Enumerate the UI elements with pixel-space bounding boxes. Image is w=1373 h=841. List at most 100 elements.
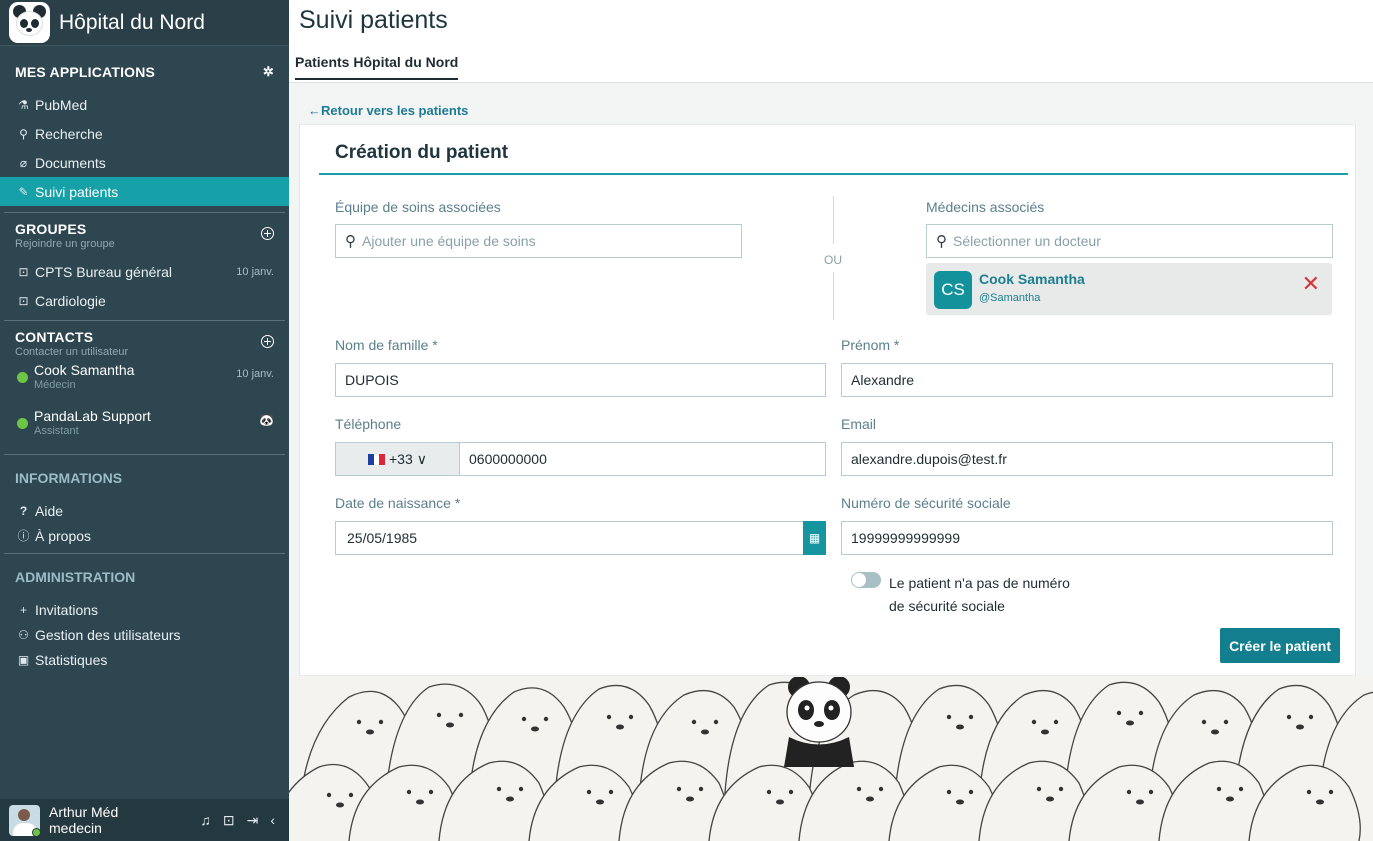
bears-pattern-image bbox=[289, 677, 1373, 841]
contacts-title: CONTACTS bbox=[15, 329, 94, 345]
no-ssn-label: Le patient n'a pas de numéro de sécurité… bbox=[889, 575, 1070, 614]
sidebar-header: Hôpital du Nord bbox=[0, 0, 289, 46]
info-title: INFORMATIONS bbox=[15, 470, 123, 486]
calendar-icon[interactable]: ▦ bbox=[803, 521, 826, 555]
contact-user-link[interactable]: Contacter un utilisateur bbox=[15, 346, 128, 358]
selected-doctor-chip: CS Cook Samantha @Samantha ✕ bbox=[926, 263, 1332, 315]
apps-section-header: MES APPLICATIONS ✲ bbox=[0, 64, 289, 80]
lock-icon: ⊡ bbox=[18, 293, 29, 308]
create-patient-button[interactable]: Créer le patient bbox=[1220, 628, 1340, 663]
divider bbox=[4, 212, 285, 213]
users-icon: ⚇ bbox=[18, 627, 29, 642]
contact-name: Cook Samantha bbox=[34, 362, 135, 378]
first-name-field[interactable]: Alexandre bbox=[841, 363, 1333, 397]
phone-field[interactable]: +33 ∨ 0600000000 bbox=[335, 442, 826, 476]
groups-title: GROUPES bbox=[15, 221, 87, 237]
divider bbox=[4, 320, 285, 321]
search-icon: ⚲ bbox=[345, 233, 356, 250]
user-role: medecin bbox=[49, 820, 102, 836]
title-underline bbox=[319, 173, 1348, 175]
avatar[interactable] bbox=[9, 804, 40, 836]
care-team-label: Équipe de soins associées bbox=[335, 199, 501, 215]
no-ssn-toggle[interactable] bbox=[851, 572, 881, 588]
patient-creation-card: Création du patient Équipe de soins asso… bbox=[299, 124, 1356, 676]
email-label: Email bbox=[841, 416, 877, 432]
doctor-name: Cook Samantha bbox=[979, 271, 1085, 287]
or-divider-bottom bbox=[833, 272, 834, 320]
sidebar-item-label: Documents bbox=[35, 154, 106, 171]
panda-logo-icon[interactable] bbox=[9, 2, 50, 43]
sidebar-item-recherche[interactable]: ⚲ Recherche bbox=[0, 119, 289, 148]
sidebar-item-aide[interactable]: ? Aide bbox=[0, 498, 289, 523]
top-bar: Suivi patients Patients Hôpital du Nord bbox=[289, 0, 1373, 83]
page-title: Suivi patients bbox=[299, 6, 448, 34]
lock-icon[interactable]: ⊡ bbox=[223, 812, 235, 829]
bell-icon[interactable]: ♫ bbox=[200, 812, 211, 829]
group-item-cardiologie[interactable]: ⊡ Cardiologie bbox=[0, 286, 289, 315]
last-name-field[interactable]: DUPOIS bbox=[335, 363, 826, 397]
birth-date-label: Date de naissance * bbox=[335, 495, 461, 511]
sidebar-item-suivi-patients[interactable]: ✎ Suivi patients bbox=[0, 177, 289, 206]
doctor-handle: @Samantha bbox=[979, 292, 1041, 304]
sidebar-item-label: Suivi patients bbox=[35, 183, 119, 200]
phone-label: Téléphone bbox=[335, 416, 402, 432]
remove-doctor-close-icon[interactable]: ✕ bbox=[1302, 273, 1320, 295]
sidebar-item-gestion-utilisateurs[interactable]: ⚇ Gestion des utilisateurs bbox=[0, 622, 289, 647]
france-flag-icon bbox=[368, 453, 386, 465]
sidebar-item-pubmed[interactable]: ⚗ PubMed bbox=[0, 90, 289, 119]
divider bbox=[4, 553, 285, 554]
main-content: Suivi patients Patients Hôpital du Nord … bbox=[289, 0, 1373, 841]
join-group-link[interactable]: Rejoindre un groupe bbox=[15, 238, 115, 250]
chart-icon: ▣ bbox=[17, 652, 30, 667]
contacts-section-header: CONTACTS Contacter un utilisateur bbox=[0, 329, 289, 358]
sidebar-item-label: Invitations bbox=[35, 601, 99, 618]
sidebar-item-documents[interactable]: ⌀ Documents bbox=[0, 148, 289, 177]
doctors-label: Médecins associés bbox=[926, 199, 1045, 215]
logout-icon[interactable]: ⇥ bbox=[247, 812, 259, 829]
sidebar-item-label: Gestion des utilisateurs bbox=[35, 626, 181, 643]
group-date: 10 janv. bbox=[236, 265, 274, 278]
sidebar: Hôpital du Nord MES APPLICATIONS ✲ ⚗ PubM… bbox=[0, 0, 289, 841]
collapse-chevron-icon[interactable]: ‹ bbox=[270, 812, 275, 829]
group-label: CPTS Bureau général bbox=[35, 263, 172, 280]
groups-section-header: GROUPES Rejoindre un groupe bbox=[0, 221, 289, 250]
gear-icon[interactable]: ✲ bbox=[263, 64, 274, 80]
bears-illustration bbox=[289, 677, 1373, 841]
search-icon: ⚲ bbox=[19, 126, 28, 141]
add-contact-icon[interactable] bbox=[261, 335, 274, 348]
sidebar-item-a-propos[interactable]: ⓘ À propos bbox=[0, 523, 289, 548]
admin-title: ADMINISTRATION bbox=[15, 569, 136, 585]
sidebar-item-label: PubMed bbox=[35, 96, 88, 113]
info-icon: ⓘ bbox=[17, 529, 30, 543]
country-code-select[interactable]: +33 ∨ bbox=[336, 443, 460, 475]
question-icon: ? bbox=[19, 503, 28, 518]
birth-date-field[interactable]: 25/05/1985 ▦ bbox=[335, 521, 826, 555]
divider bbox=[4, 454, 285, 455]
plus-icon: + bbox=[19, 602, 27, 617]
doctor-select-input[interactable]: ⚲ Sélectionner un docteur bbox=[926, 224, 1333, 258]
ssn-field[interactable]: 19999999999999 bbox=[841, 521, 1333, 555]
sidebar-item-label: Statistiques bbox=[35, 651, 108, 668]
online-status-icon bbox=[17, 418, 28, 429]
contact-item-pandalab-support[interactable]: PandaLab Support Assistant 🐼 bbox=[0, 404, 289, 450]
contact-item-cook-samantha[interactable]: Cook Samantha Médecin 10 janv. bbox=[0, 358, 289, 404]
chevron-down-icon: ∨ bbox=[416, 450, 427, 467]
contact-date: 10 janv. bbox=[236, 368, 274, 380]
tab-patients-hopital[interactable]: Patients Hôpital du Nord bbox=[295, 54, 459, 80]
group-item-cpts[interactable]: ⊡ CPTS Bureau général 10 janv. bbox=[0, 257, 289, 286]
apps-title: MES APPLICATIONS bbox=[15, 64, 156, 80]
sidebar-item-label: À propos bbox=[35, 527, 92, 544]
email-field[interactable]: alexandre.dupois@test.fr bbox=[841, 442, 1333, 476]
or-text: OU bbox=[824, 253, 842, 267]
add-group-icon[interactable] bbox=[261, 227, 274, 240]
group-label: Cardiologie bbox=[35, 292, 106, 309]
user-name: Arthur Méd bbox=[49, 804, 119, 820]
back-to-patients-link[interactable]: ←Retour vers les patients bbox=[308, 103, 468, 118]
last-name-label: Nom de famille * bbox=[335, 337, 438, 353]
care-team-input[interactable]: ⚲ Ajouter une équipe de soins bbox=[335, 224, 742, 258]
first-name-label: Prénom * bbox=[841, 337, 900, 353]
sidebar-item-invitations[interactable]: + Invitations bbox=[0, 597, 289, 622]
sidebar-item-statistiques[interactable]: ▣ Statistiques bbox=[0, 647, 289, 672]
panda-illustration bbox=[784, 677, 854, 767]
search-icon: ⚲ bbox=[936, 233, 947, 250]
